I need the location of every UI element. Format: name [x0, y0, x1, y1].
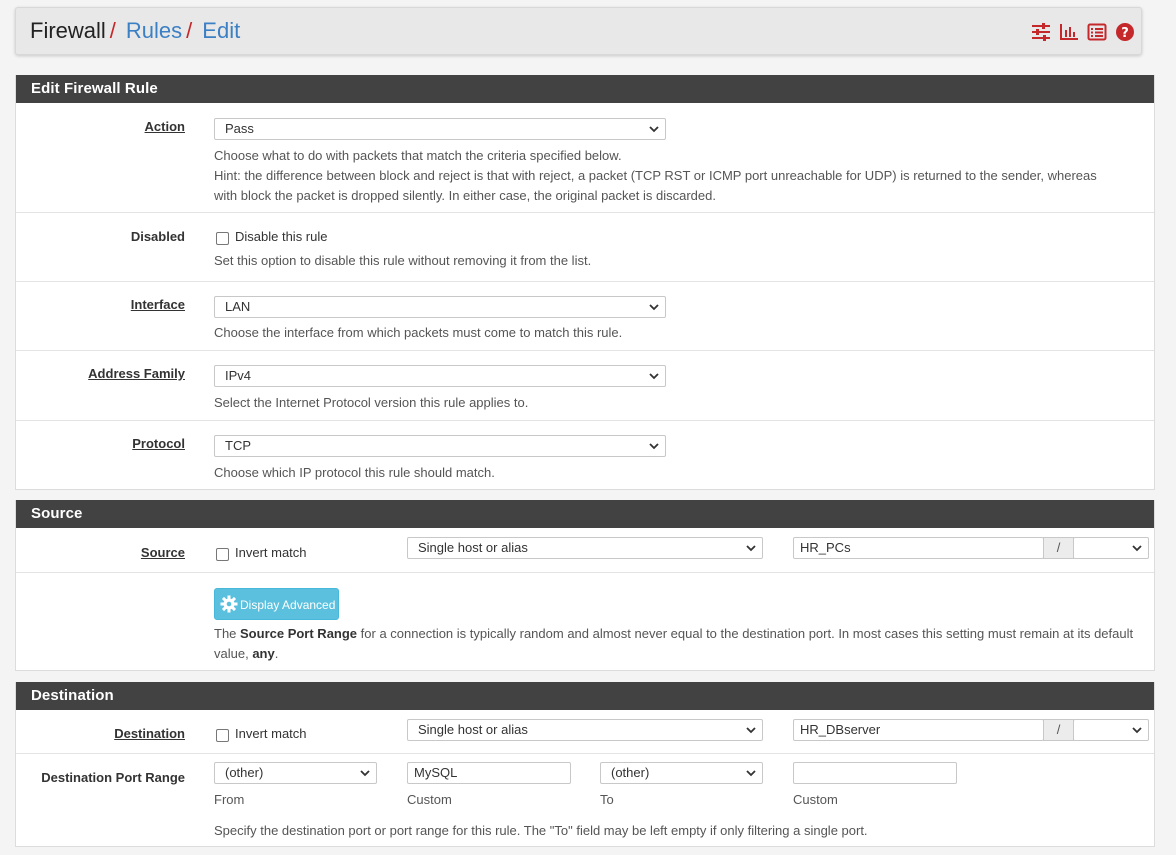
- chevron-down-icon: [649, 443, 659, 450]
- sliders-icon[interactable]: [1031, 22, 1051, 42]
- destination-address-input[interactable]: HR_DBserver: [793, 719, 1044, 741]
- source-label: Source: [140, 545, 185, 560]
- help-text: .: [274, 646, 279, 661]
- address-family-select-value: IPv4: [225, 368, 252, 383]
- port-from-select[interactable]: (other): [214, 762, 377, 784]
- address-family-label: Address Family: [88, 366, 185, 381]
- disable-rule-checkbox[interactable]: [216, 232, 229, 245]
- interface-row: Interface LAN Choose the interface from …: [16, 282, 1154, 351]
- interface-select[interactable]: LAN: [214, 296, 666, 318]
- help-emphasis: any: [252, 646, 275, 661]
- address-family-row: Address Family IPv4 Select the Internet …: [16, 351, 1154, 421]
- chevron-down-icon: [649, 126, 659, 133]
- panel-title: Edit Firewall Rule: [16, 75, 1154, 103]
- from-sublabel: From: [214, 792, 245, 807]
- display-advanced-button[interactable]: Display Advanced: [214, 588, 339, 620]
- destination-invert-checkbox[interactable]: [216, 729, 229, 742]
- action-help-line: Choose what to do with packets that matc…: [214, 148, 622, 163]
- source-row: Source Invert match Single host or alias…: [16, 528, 1154, 573]
- svg-text:?: ?: [1121, 26, 1129, 41]
- protocol-row: Protocol TCP Choose which IP protocol th…: [16, 421, 1154, 489]
- breadcrumb-edit[interactable]: Edit: [202, 18, 240, 43]
- action-select[interactable]: Pass: [214, 118, 666, 140]
- chevron-down-icon: [360, 770, 370, 777]
- to-sublabel: To: [600, 792, 614, 807]
- chevron-down-icon: [1132, 727, 1142, 734]
- destination-port-range-label: Destination Port Range: [41, 770, 185, 785]
- destination-panel: Destination Destination Invert match Sin…: [15, 682, 1155, 847]
- port-range-help: Specify the destination port or port ran…: [214, 823, 868, 838]
- chevron-down-icon: [649, 304, 659, 311]
- source-port-range-help: The Source Port Range for a connection i…: [214, 624, 1140, 664]
- header-icons: ?: [1031, 22, 1135, 42]
- action-hint: Hint: the difference between block and r…: [214, 168, 1097, 203]
- protocol-help: Choose which IP protocol this rule shoul…: [214, 465, 495, 480]
- protocol-select-value: TCP: [225, 438, 251, 453]
- breadcrumb-separator: /: [109, 18, 116, 43]
- destination-port-range-row: Destination Port Range (other) MySQL (ot…: [16, 754, 1154, 846]
- interface-label: Interface: [130, 297, 185, 312]
- disabled-help: Set this option to disable this rule wit…: [214, 253, 592, 268]
- source-mask-select[interactable]: [1073, 537, 1149, 559]
- source-advanced-row: Display Advanced The Source Port Range f…: [16, 573, 1154, 670]
- destination-type-select[interactable]: Single host or alias: [407, 719, 763, 741]
- interface-select-value: LAN: [225, 299, 251, 314]
- chevron-down-icon: [746, 770, 756, 777]
- chevron-down-icon: [649, 373, 659, 380]
- help-text: The: [214, 626, 241, 641]
- port-from-custom-input[interactable]: MySQL: [407, 762, 571, 784]
- gear-icon: [220, 595, 238, 613]
- source-invert-label[interactable]: Invert match: [235, 545, 307, 560]
- disabled-row: Disabled Disable this rule Set this opti…: [16, 213, 1154, 282]
- source-invert-checkbox[interactable]: [216, 548, 229, 561]
- breadcrumb-firewall[interactable]: Firewall: [30, 18, 106, 43]
- port-to-custom-input[interactable]: [793, 762, 957, 784]
- breadcrumb: Firewall / Rules / Edit: [30, 19, 240, 43]
- panel-title: Destination: [16, 682, 1154, 710]
- protocol-select[interactable]: TCP: [214, 435, 666, 457]
- source-type-value: Single host or alias: [418, 540, 528, 555]
- display-advanced-label: Display Advanced: [240, 598, 336, 612]
- source-mask-separator: /: [1043, 537, 1074, 559]
- action-label: Action: [144, 119, 185, 134]
- source-type-select[interactable]: Single host or alias: [407, 537, 763, 559]
- custom-sublabel: Custom: [407, 792, 452, 807]
- port-to-select[interactable]: (other): [600, 762, 763, 784]
- panel-title: Source: [16, 500, 1154, 528]
- source-address-input[interactable]: HR_PCs: [793, 537, 1044, 559]
- protocol-label: Protocol: [132, 436, 185, 451]
- destination-invert-label[interactable]: Invert match: [235, 726, 307, 741]
- edit-rule-panel: Edit Firewall Rule Action Pass Choose wh…: [15, 75, 1155, 490]
- list-icon[interactable]: [1087, 22, 1107, 42]
- interface-help: Choose the interface from which packets …: [214, 325, 623, 340]
- action-row: Action Pass Choose what to do with packe…: [16, 103, 1154, 213]
- custom-sublabel-2: Custom: [793, 792, 838, 807]
- page-header: Firewall / Rules / Edit ?: [15, 7, 1142, 55]
- address-family-help: Select the Internet Protocol version thi…: [214, 395, 529, 410]
- destination-row: Destination Invert match Single host or …: [16, 710, 1154, 754]
- chevron-down-icon: [1132, 545, 1142, 552]
- source-panel: Source Source Invert match Single host o…: [15, 500, 1155, 671]
- bar-chart-icon[interactable]: [1059, 22, 1079, 42]
- disable-rule-checkbox-label[interactable]: Disable this rule: [235, 229, 328, 244]
- destination-mask-select[interactable]: [1073, 719, 1149, 741]
- port-from-select-value: (other): [225, 765, 264, 780]
- chevron-down-icon: [746, 545, 756, 552]
- action-select-value: Pass: [225, 121, 254, 136]
- help-icon[interactable]: ?: [1115, 22, 1135, 42]
- destination-type-value: Single host or alias: [418, 722, 528, 737]
- breadcrumb-separator: /: [186, 18, 193, 43]
- help-emphasis: Source Port Range: [240, 626, 358, 641]
- port-to-select-value: (other): [611, 765, 650, 780]
- action-help: Choose what to do with packets that matc…: [214, 146, 1114, 206]
- destination-mask-separator: /: [1043, 719, 1074, 741]
- breadcrumb-rules[interactable]: Rules: [126, 18, 182, 43]
- destination-label: Destination: [114, 726, 185, 741]
- chevron-down-icon: [746, 727, 756, 734]
- disabled-label: Disabled: [130, 229, 185, 244]
- address-family-select[interactable]: IPv4: [214, 365, 666, 387]
